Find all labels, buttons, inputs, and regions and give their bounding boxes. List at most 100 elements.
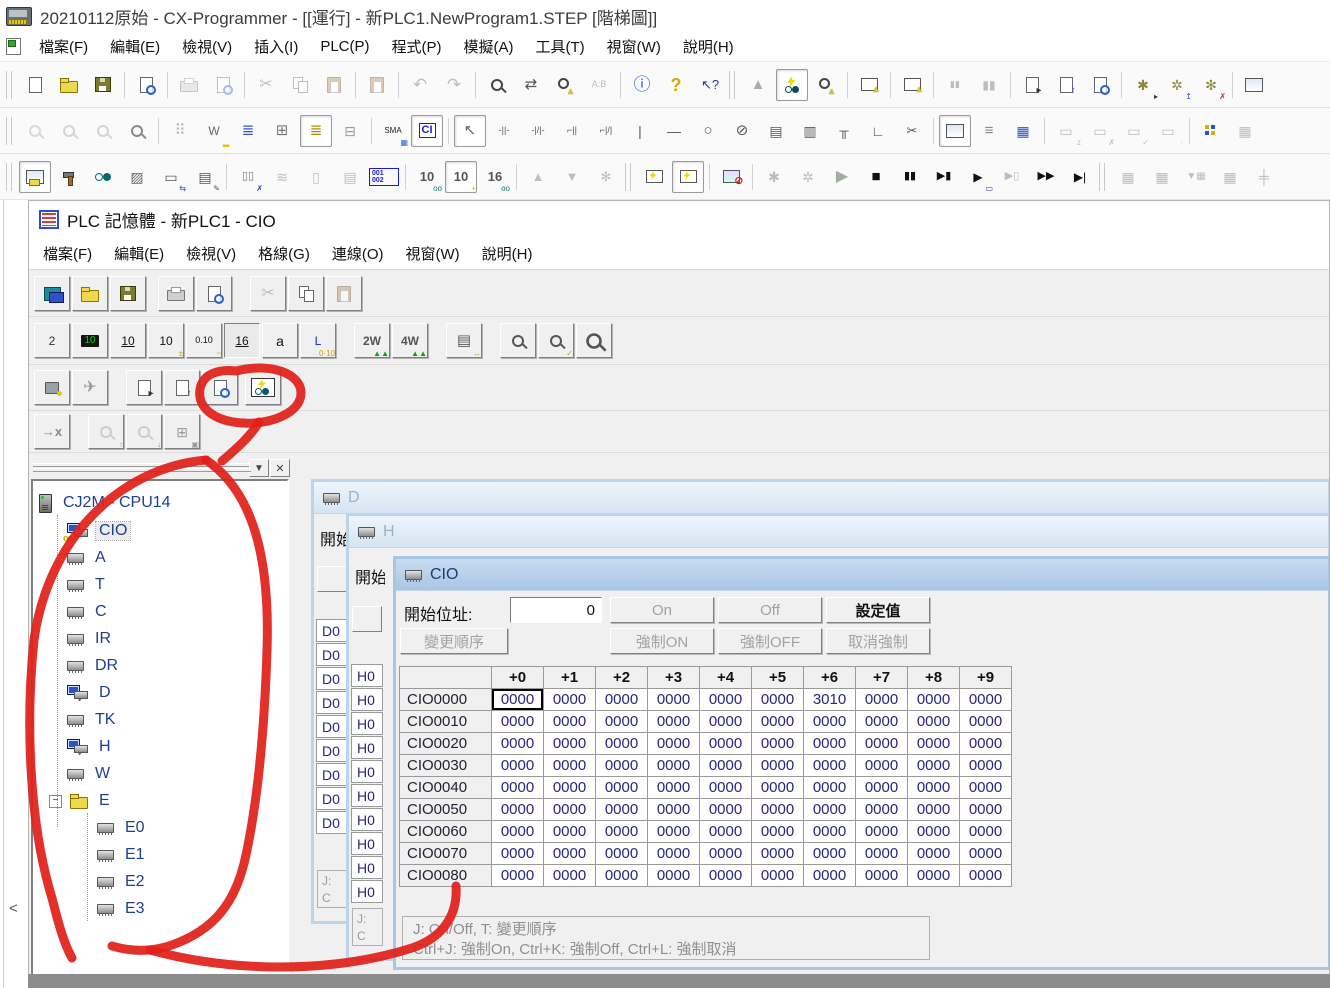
- memory-cell[interactable]: 0000: [856, 865, 908, 887]
- fill-range-button[interactable]: [34, 370, 70, 405]
- zoom-out-button[interactable]: [87, 115, 119, 147]
- transfer-monitor-button[interactable]: [896, 69, 928, 101]
- print-preview-button[interactable]: [207, 69, 239, 101]
- monitor-button[interactable]: [245, 370, 281, 405]
- memory-cell[interactable]: 0000: [960, 689, 1012, 711]
- memory-cell[interactable]: 0000: [856, 711, 908, 733]
- row-label[interactable]: CIO0010: [400, 711, 492, 733]
- tree-panel-header[interactable]: ▼ ✕: [31, 457, 293, 479]
- edit-dot-button[interactable]: ▭·: [1152, 115, 1184, 147]
- print-button[interactable]: [158, 276, 194, 311]
- work-online-button[interactable]: [776, 69, 808, 101]
- new-block-button[interactable]: ╥: [828, 115, 860, 147]
- memory-cell-stub[interactable]: H0: [351, 808, 383, 831]
- memory-cell[interactable]: 0000: [752, 821, 804, 843]
- memory-cell[interactable]: 0000: [544, 843, 596, 865]
- column-header[interactable]: +1: [544, 667, 596, 689]
- force-on-button[interactable]: 強制ON: [610, 628, 714, 654]
- binary-coded-button[interactable]: 10: [72, 323, 108, 358]
- memory-cell[interactable]: 0000: [648, 821, 700, 843]
- memory-cell-stub[interactable]: D0: [316, 739, 348, 762]
- memory-cell[interactable]: 0000: [648, 711, 700, 733]
- paste-special-button[interactable]: [361, 69, 393, 101]
- memory-cell[interactable]: 0000: [596, 711, 648, 733]
- column-header[interactable]: +0: [492, 667, 544, 689]
- workspace-toggle-button[interactable]: [19, 161, 51, 193]
- dim-window-button[interactable]: ▯: [300, 161, 332, 193]
- tree-item-d[interactable]: ✓D: [67, 681, 114, 705]
- open-button[interactable]: [53, 69, 85, 101]
- dim-io-button4[interactable]: ▦: [1214, 161, 1246, 193]
- tree-item-dr[interactable]: DR: [67, 654, 121, 678]
- memory-cell[interactable]: 0000: [804, 755, 856, 777]
- memory-cell[interactable]: 0000: [804, 821, 856, 843]
- rung-comment-button[interactable]: W▂: [198, 115, 230, 147]
- retrace-ab-button[interactable]: A:B: [583, 69, 615, 101]
- memory-cell-stub[interactable]: H0: [351, 832, 383, 855]
- new-closed-instruction-button[interactable]: ▥: [794, 115, 826, 147]
- zoom-small-button[interactable]: [500, 323, 536, 358]
- new-instruction-button[interactable]: ▤: [760, 115, 792, 147]
- tree-item-c[interactable]: C: [67, 600, 110, 624]
- copy-button[interactable]: [284, 69, 316, 101]
- monitor-signed-button[interactable]: 10+: [445, 161, 477, 193]
- memory-cell-stub[interactable]: H0: [351, 736, 383, 759]
- memory-cell[interactable]: 0000: [856, 843, 908, 865]
- tree-item-e2[interactable]: E2: [97, 870, 148, 894]
- memory-cell[interactable]: 0000: [856, 689, 908, 711]
- memory-cell[interactable]: 0000: [700, 755, 752, 777]
- memory-cell[interactable]: 0000: [752, 733, 804, 755]
- memory-cell-stub[interactable]: H0: [351, 760, 383, 783]
- print-button[interactable]: [173, 69, 205, 101]
- row-label[interactable]: CIO0020: [400, 733, 492, 755]
- column-header[interactable]: +6: [804, 667, 856, 689]
- memory-cell[interactable]: 0000: [648, 799, 700, 821]
- new-closed-contact-button[interactable]: -|/|-: [522, 115, 554, 147]
- memory-cell[interactable]: 0000: [700, 821, 752, 843]
- redo-button[interactable]: ↷: [438, 69, 470, 101]
- monitor-decimal-button[interactable]: 10oo: [411, 161, 443, 193]
- memory-cell[interactable]: 0000: [908, 733, 960, 755]
- plc-memory-titlebar[interactable]: PLC 記憶體 - 新PLC1 - CIO: [29, 201, 1329, 237]
- step-in-button[interactable]: ▶▭: [962, 161, 994, 193]
- to-hex-button[interactable]: →x: [34, 414, 70, 449]
- column-header[interactable]: +4: [700, 667, 752, 689]
- show-rungs-button[interactable]: ≣: [300, 115, 332, 147]
- dim-io-button5[interactable]: ╪: [1248, 161, 1280, 193]
- plc-monitor2-button[interactable]: [672, 161, 704, 193]
- online-edit-begin-button[interactable]: ✱▸: [1127, 69, 1159, 101]
- memory-cell[interactable]: 0000: [960, 755, 1012, 777]
- memory-cell[interactable]: 0000: [544, 733, 596, 755]
- column-header[interactable]: +5: [752, 667, 804, 689]
- grid-toggle-button[interactable]: ⠿: [164, 115, 196, 147]
- force-off-button[interactable]: 強制OFF: [718, 628, 822, 654]
- memory-cell[interactable]: 0000: [700, 865, 752, 887]
- zoom-large-button[interactable]: [576, 323, 612, 358]
- memory-cell[interactable]: 0000: [804, 711, 856, 733]
- memory-cell[interactable]: 0000: [856, 799, 908, 821]
- memory-cell[interactable]: 0000: [700, 777, 752, 799]
- new-or-contact-button[interactable]: ⌐||: [556, 115, 588, 147]
- save-button[interactable]: [110, 276, 146, 311]
- memory-cell[interactable]: 0000: [544, 755, 596, 777]
- window-cio-titlebar[interactable]: CIO: [396, 559, 1328, 591]
- window-d-titlebar[interactable]: D: [314, 482, 1328, 514]
- memory-cell[interactable]: 0000: [856, 733, 908, 755]
- resize-columns-button[interactable]: ▤↔: [446, 323, 482, 358]
- to-break-button[interactable]: ▶|: [1064, 161, 1096, 193]
- memory-cell[interactable]: 0000: [492, 711, 544, 733]
- memory-cell[interactable]: 0000: [960, 733, 1012, 755]
- text-button[interactable]: a: [262, 323, 298, 358]
- memory-cell[interactable]: 0000: [908, 843, 960, 865]
- memory-cell[interactable]: 0000: [544, 777, 596, 799]
- memory-cell[interactable]: 0000: [700, 799, 752, 821]
- row-label[interactable]: CIO0070: [400, 843, 492, 865]
- pager-window-button[interactable]: [939, 115, 971, 147]
- menu-item-5[interactable]: 連線(O): [322, 240, 394, 267]
- memory-cell[interactable]: 0000: [752, 689, 804, 711]
- button-stub[interactable]: [352, 606, 382, 632]
- memory-cell[interactable]: 0000: [960, 799, 1012, 821]
- memory-cell[interactable]: 0000: [804, 799, 856, 821]
- plc-monitor-button[interactable]: [638, 161, 670, 193]
- select-tool-button[interactable]: ↖: [454, 115, 486, 147]
